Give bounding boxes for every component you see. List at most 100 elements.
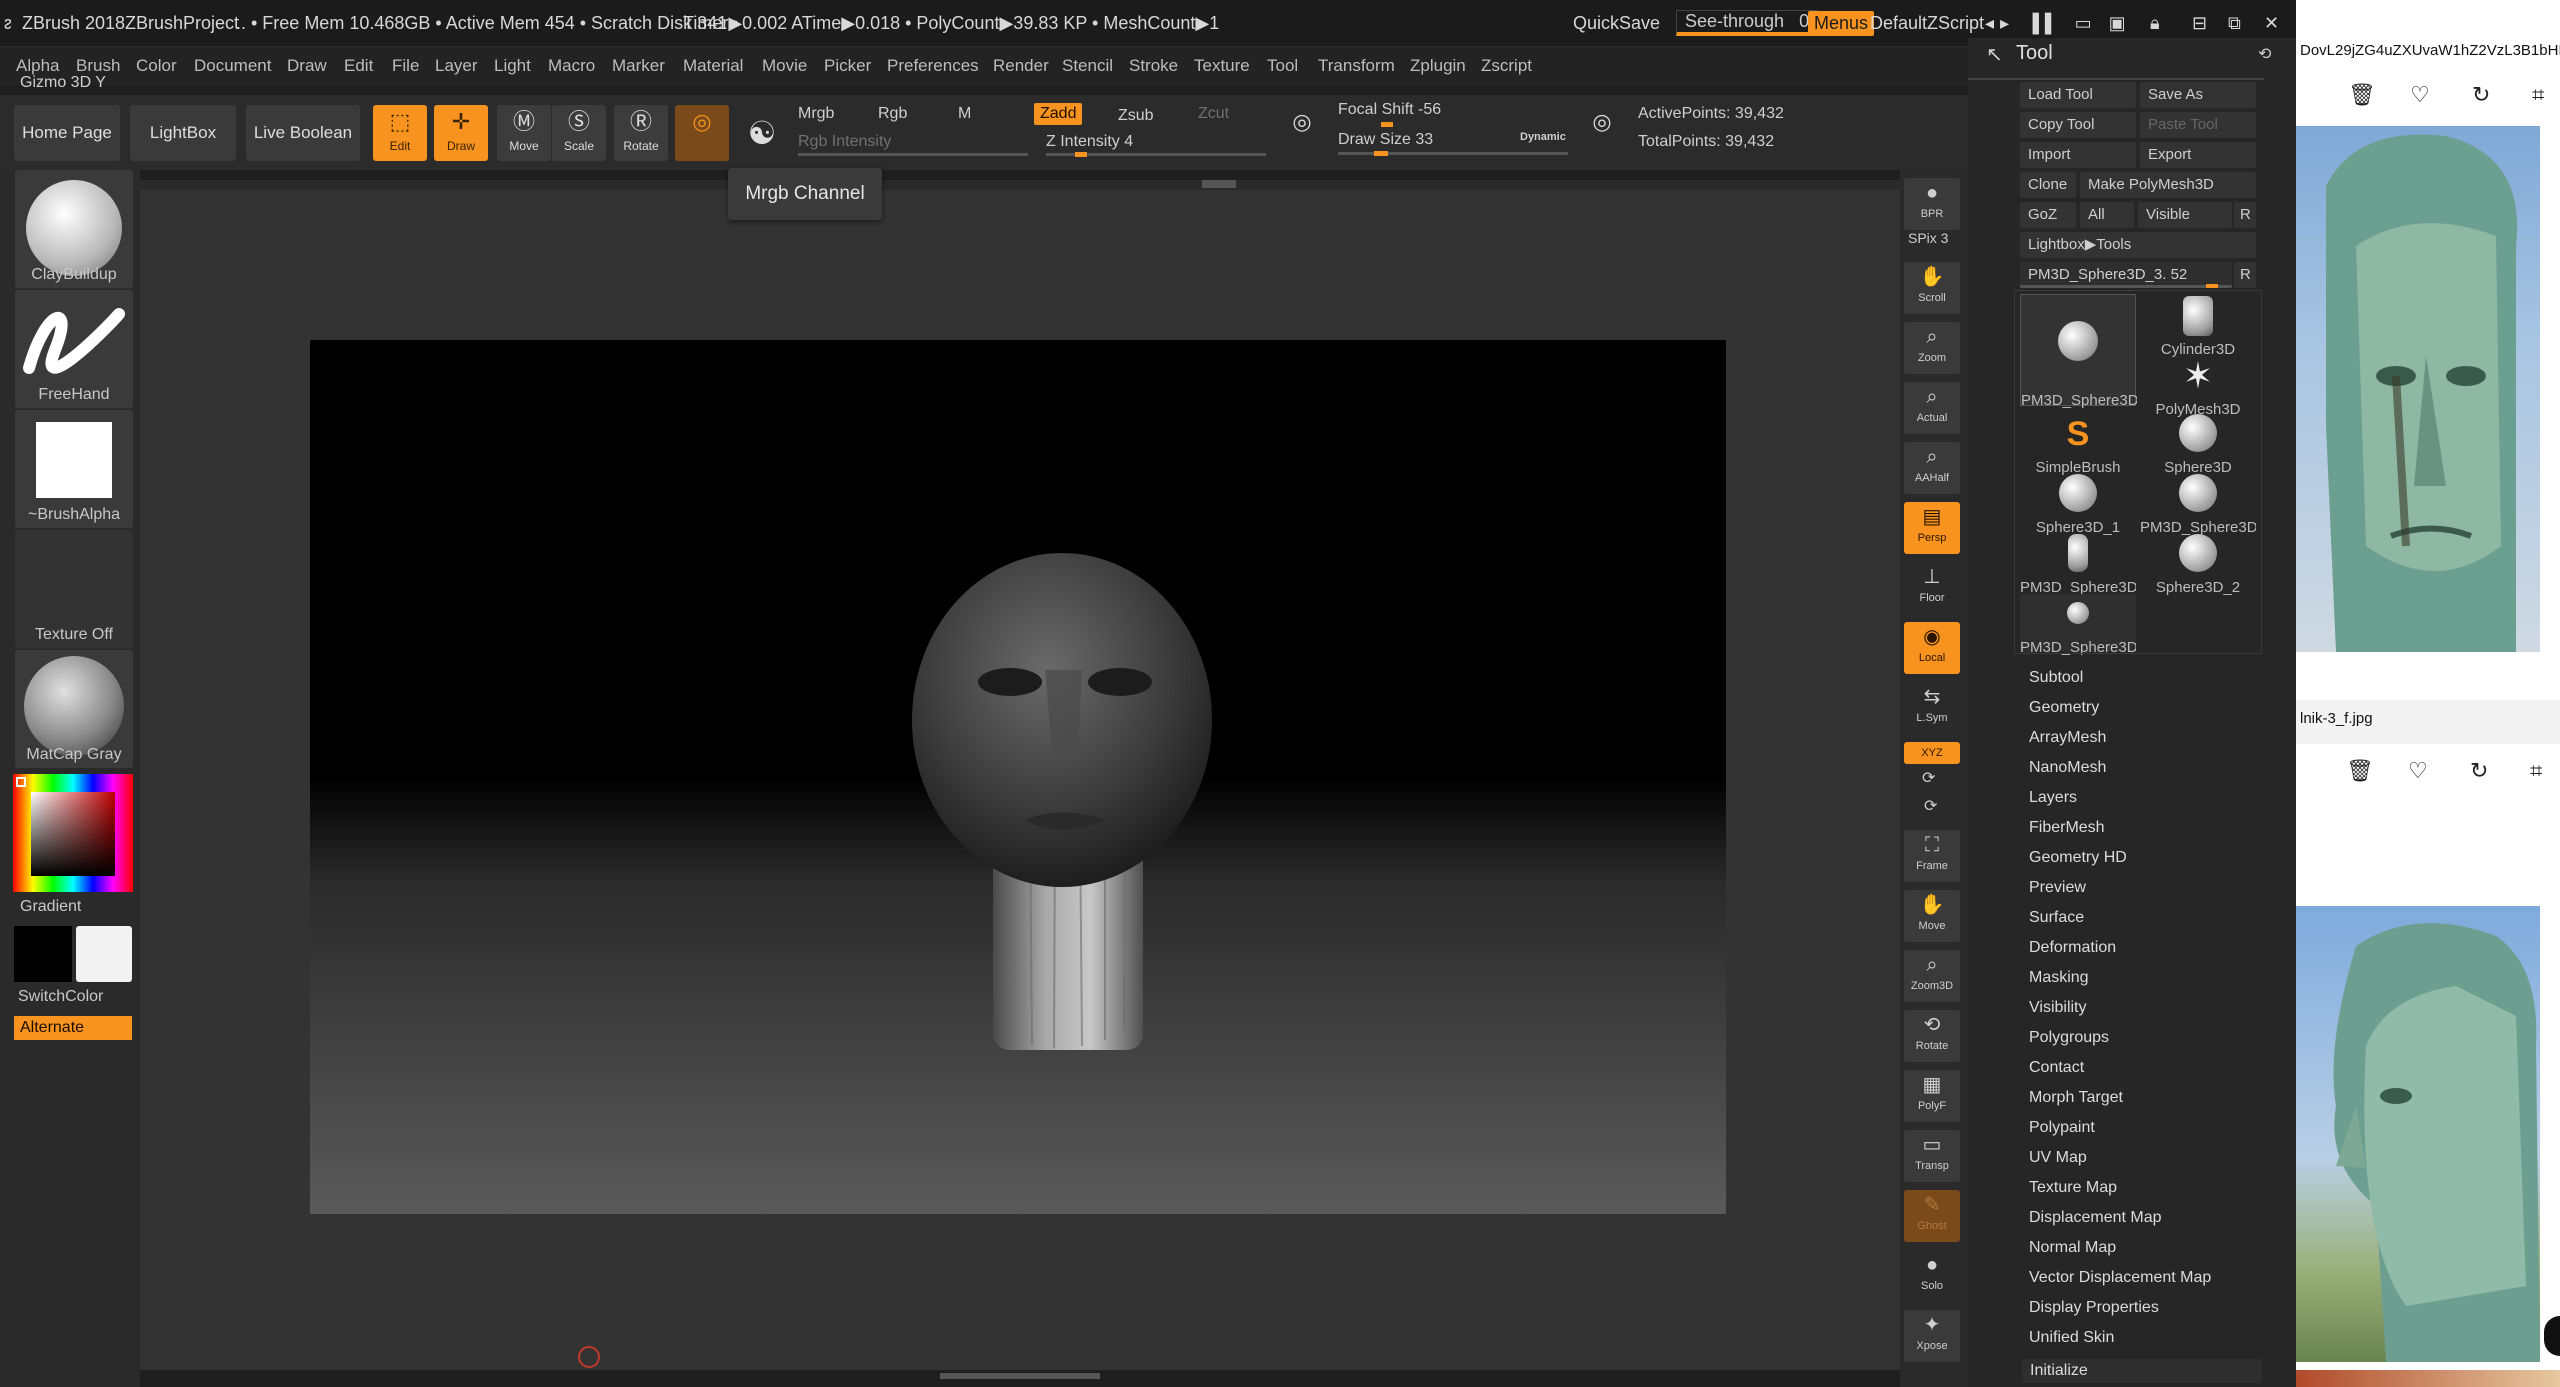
subpalette-unified-skin[interactable]: Unified Skin bbox=[2029, 1329, 2114, 1347]
draw-size-slider[interactable]: Draw Size 33 bbox=[1338, 131, 1433, 149]
subpalette-normal-map[interactable]: Normal Map bbox=[2029, 1239, 2116, 1257]
frame-button[interactable]: ⛶ Frame bbox=[1904, 830, 1960, 882]
focal-shift-knob[interactable] bbox=[1381, 122, 1393, 127]
tool-thumb-cylinder3d[interactable]: Cylinder3D bbox=[2140, 296, 2256, 358]
m-toggle[interactable]: M bbox=[958, 105, 971, 123]
menus-toggle-button[interactable]: Menus bbox=[1808, 11, 1875, 36]
home-page-button[interactable]: Home Page bbox=[14, 105, 120, 161]
goz-visible-button[interactable]: Visible bbox=[2138, 202, 2232, 228]
color-picker[interactable] bbox=[13, 774, 133, 892]
subpalette-deformation[interactable]: Deformation bbox=[2029, 939, 2116, 957]
gradient-label[interactable]: Gradient bbox=[20, 898, 138, 916]
polyf-button[interactable]: ▦ PolyF bbox=[1904, 1070, 1960, 1122]
secondary-color-swatch[interactable] bbox=[76, 926, 132, 982]
subpalette-masking[interactable]: Masking bbox=[2029, 969, 2089, 987]
persp-button[interactable]: ▤ Persp bbox=[1904, 502, 1960, 554]
zadd-toggle[interactable]: Zadd bbox=[1034, 103, 1083, 125]
mrgb-sphere-button[interactable]: ☯ bbox=[735, 105, 789, 161]
rgb-toggle[interactable]: Rgb bbox=[878, 105, 907, 123]
export-button[interactable]: Export bbox=[2140, 142, 2256, 168]
statue-photo-1[interactable] bbox=[2296, 126, 2540, 652]
canvas[interactable] bbox=[310, 340, 1726, 1214]
ghost-button[interactable]: ✎ Ghost bbox=[1904, 1190, 1960, 1242]
z-intensity-slider[interactable]: Z Intensity 4 bbox=[1046, 133, 1133, 151]
actual-button[interactable]: ⌕ Actual bbox=[1904, 382, 1960, 434]
subpalette-arraymesh[interactable]: ArrayMesh bbox=[2029, 729, 2106, 747]
live-boolean-button[interactable]: Live Boolean bbox=[246, 105, 360, 161]
menu-brush[interactable]: Brush bbox=[76, 56, 120, 76]
menu-tool[interactable]: Tool bbox=[1267, 56, 1298, 76]
close-icon[interactable]: ✕ bbox=[2264, 13, 2279, 34]
quicksave-button[interactable]: QuickSave bbox=[1573, 13, 1660, 34]
zoom-button[interactable]: ⌕ Zoom bbox=[1904, 322, 1960, 374]
crop-icon[interactable]: ⌗ bbox=[2530, 758, 2542, 784]
tool-thumb-sphere3d-2[interactable]: Sphere3D_2 bbox=[2140, 534, 2256, 596]
tool-thumb-sphere3d-1[interactable]: Sphere3D_1 bbox=[2020, 474, 2136, 536]
rotate-icon[interactable]: ↻ bbox=[2472, 82, 2490, 108]
subpalette-texture-map[interactable]: Texture Map bbox=[2029, 1179, 2117, 1197]
xpose-button[interactable]: ✦ Xpose bbox=[1904, 1310, 1960, 1362]
draw-size-icon-button[interactable]: ◎ bbox=[1580, 105, 1624, 161]
menu-material[interactable]: Material bbox=[683, 56, 743, 76]
switchcolor-button[interactable]: SwitchColor bbox=[18, 988, 136, 1006]
menu-document[interactable]: Document bbox=[194, 56, 271, 76]
tool-thumb-pm3d-sphere3d-d[interactable]: PM3D_Sphere3D bbox=[2020, 594, 2136, 656]
current-tool-slider-knob[interactable] bbox=[2206, 284, 2218, 288]
menu-macro[interactable]: Macro bbox=[548, 56, 595, 76]
move-mode-button[interactable]: Ⓜ Move bbox=[497, 105, 551, 161]
material-sphere-button[interactable]: ◎ bbox=[675, 105, 729, 161]
menu-render[interactable]: Render bbox=[993, 56, 1049, 76]
lightbox-tools-button[interactable]: Lightbox▶Tools bbox=[2020, 232, 2256, 258]
crop-icon[interactable]: ⌗ bbox=[2532, 82, 2544, 108]
zsub-toggle[interactable]: Zsub bbox=[1118, 107, 1154, 125]
lock-icon[interactable]: 🔒︎ bbox=[2150, 13, 2160, 34]
menu-alpha[interactable]: Alpha bbox=[16, 56, 59, 76]
make-polymesh-button[interactable]: Make PolyMesh3D bbox=[2080, 172, 2256, 198]
bottom-tray-handle[interactable] bbox=[940, 1373, 1100, 1379]
current-tool-slider[interactable]: PM3D_Sphere3D_3. 52 bbox=[2020, 262, 2232, 288]
scale-mode-button[interactable]: Ⓢ Scale bbox=[552, 105, 606, 161]
subpalette-visibility[interactable]: Visibility bbox=[2029, 999, 2087, 1017]
load-tool-button[interactable]: Load Tool bbox=[2020, 82, 2136, 108]
minimize-icon[interactable]: ⊟ bbox=[2192, 13, 2207, 34]
paste-tool-button[interactable]: Paste Tool bbox=[2140, 112, 2256, 138]
mrgb-toggle[interactable]: Mrgb bbox=[798, 105, 834, 123]
color-saturation-square[interactable] bbox=[31, 792, 115, 876]
move-view-button[interactable]: ✋ Move bbox=[1904, 890, 1960, 942]
zoom3d-button[interactable]: ⌕ Zoom3D bbox=[1904, 950, 1960, 1002]
import-button[interactable]: Import bbox=[2020, 142, 2136, 168]
transp-button[interactable]: ▭ Transp bbox=[1904, 1130, 1960, 1182]
rotate-y-icon[interactable]: ⟳ bbox=[1922, 768, 1935, 788]
statue-photo-2[interactable] bbox=[2296, 906, 2540, 1362]
delete-icon[interactable]: 🗑︎ bbox=[2348, 82, 2376, 108]
local-button[interactable]: ◉ Local bbox=[1904, 622, 1960, 674]
menu-layer[interactable]: Layer bbox=[435, 56, 478, 76]
edit-mode-button[interactable]: ⬚ Edit bbox=[373, 105, 427, 161]
draw-size-track[interactable] bbox=[1338, 152, 1568, 155]
default-zscript-button[interactable]: DefaultZScript bbox=[1870, 13, 1984, 34]
menu-transform[interactable]: Transform bbox=[1318, 56, 1395, 76]
main-color-swatch[interactable] bbox=[14, 926, 72, 982]
menu-picker[interactable]: Picker bbox=[824, 56, 871, 76]
favorite-icon[interactable]: ♡ bbox=[2410, 82, 2430, 108]
favorite-icon[interactable]: ♡ bbox=[2408, 758, 2428, 784]
menu-zscript[interactable]: Zscript bbox=[1481, 56, 1532, 76]
rgb-intensity-track[interactable] bbox=[798, 153, 1028, 156]
palette-refresh-icon[interactable]: ⟲ bbox=[2258, 44, 2271, 64]
see-through-slider[interactable]: See-through 0 bbox=[1676, 10, 1819, 36]
rotate-z-icon[interactable]: ⟳ bbox=[1924, 796, 1937, 816]
subpalette-initialize[interactable]: Initialize bbox=[2022, 1359, 2262, 1383]
menu-color[interactable]: Color bbox=[136, 56, 177, 76]
aahalf-button[interactable]: ⌕ AAHalf bbox=[1904, 442, 1960, 494]
zcut-toggle[interactable]: Zcut bbox=[1198, 105, 1229, 123]
subpalette-polygroups[interactable]: Polygroups bbox=[2029, 1029, 2109, 1047]
subpalette-preview[interactable]: Preview bbox=[2029, 879, 2086, 897]
subpalette-subtool[interactable]: Subtool bbox=[2029, 669, 2083, 687]
restore-icon[interactable]: ⧉ bbox=[2228, 13, 2241, 34]
goz-r-button[interactable]: R bbox=[2234, 202, 2256, 228]
draw-mode-button[interactable]: ✛ Draw bbox=[434, 105, 488, 161]
tool-r-button[interactable]: R bbox=[2234, 262, 2256, 288]
bpr-button[interactable]: ● BPR bbox=[1904, 178, 1960, 230]
dynamic-toggle[interactable]: Dynamic bbox=[1520, 131, 1566, 143]
goz-button[interactable]: GoZ bbox=[2020, 202, 2076, 228]
